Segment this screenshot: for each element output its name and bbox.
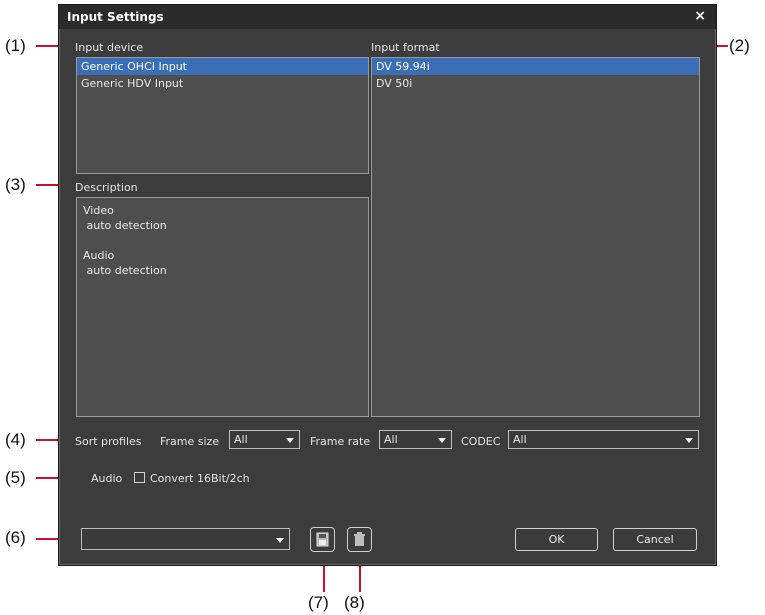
delete-icon bbox=[354, 532, 365, 546]
save-preset-button[interactable] bbox=[310, 527, 335, 552]
ok-button[interactable]: OK bbox=[515, 528, 598, 551]
convert-16bit-checkbox[interactable] bbox=[134, 472, 145, 483]
description-line: Audio bbox=[83, 249, 115, 262]
input-device-label: Input device bbox=[75, 41, 144, 54]
description-line: Video bbox=[83, 204, 114, 217]
callout-5: (5) bbox=[5, 468, 26, 487]
callout-6: (6) bbox=[5, 528, 26, 547]
frame-rate-label: Frame rate bbox=[310, 435, 371, 448]
frame-size-select[interactable]: All bbox=[229, 430, 300, 449]
input-format-item[interactable]: DV 59.94i bbox=[372, 58, 699, 75]
description-line: auto detection bbox=[83, 219, 167, 232]
convert-16bit-label[interactable]: Convert 16Bit/2ch bbox=[150, 472, 250, 485]
description-line bbox=[83, 233, 167, 248]
audio-label: Audio bbox=[91, 472, 123, 485]
frame-rate-value: All bbox=[384, 433, 398, 446]
chevron-down-icon bbox=[286, 438, 294, 443]
input-device-item[interactable]: Generic HDV Input bbox=[77, 75, 368, 92]
input-format-item[interactable]: DV 50i bbox=[372, 75, 699, 92]
preset-select[interactable] bbox=[81, 528, 290, 550]
frame-rate-select[interactable]: All bbox=[379, 430, 452, 449]
callout-2: (2) bbox=[729, 36, 750, 55]
description-label: Description bbox=[75, 181, 138, 194]
sort-profiles-label: Sort profiles bbox=[75, 435, 142, 448]
description-box: Video auto detection Audio auto detection bbox=[76, 197, 369, 417]
delete-preset-button[interactable] bbox=[347, 527, 372, 552]
chevron-down-icon bbox=[438, 438, 446, 443]
input-device-list[interactable]: Generic OHCI Input Generic HDV Input bbox=[76, 57, 369, 174]
title-bar: Input Settings × bbox=[59, 5, 716, 29]
codec-value: All bbox=[513, 433, 527, 446]
callout-7: (7) bbox=[308, 593, 329, 612]
frame-size-label: Frame size bbox=[160, 435, 220, 448]
description-line: auto detection bbox=[83, 264, 167, 277]
cancel-button[interactable]: Cancel bbox=[613, 528, 697, 551]
callout-1: (1) bbox=[5, 36, 26, 55]
input-device-item[interactable]: Generic OHCI Input bbox=[77, 58, 368, 75]
input-settings-dialog: Input Settings × Input device Generic OH… bbox=[58, 4, 717, 566]
save-icon bbox=[316, 532, 329, 547]
frame-size-value: All bbox=[234, 433, 248, 446]
codec-label: CODEC bbox=[461, 435, 501, 448]
close-icon[interactable]: × bbox=[694, 8, 706, 24]
dialog-title: Input Settings bbox=[67, 10, 164, 24]
codec-select[interactable]: All bbox=[508, 430, 699, 449]
input-format-list[interactable]: DV 59.94i DV 50i bbox=[371, 57, 700, 417]
chevron-down-icon bbox=[685, 438, 693, 443]
input-format-label: Input format bbox=[371, 41, 440, 54]
chevron-down-icon bbox=[276, 538, 284, 543]
description-text: Video auto detection Audio auto detection bbox=[83, 203, 167, 278]
callout-8: (8) bbox=[344, 593, 365, 612]
callout-4: (4) bbox=[5, 430, 26, 449]
callout-3: (3) bbox=[5, 175, 26, 194]
